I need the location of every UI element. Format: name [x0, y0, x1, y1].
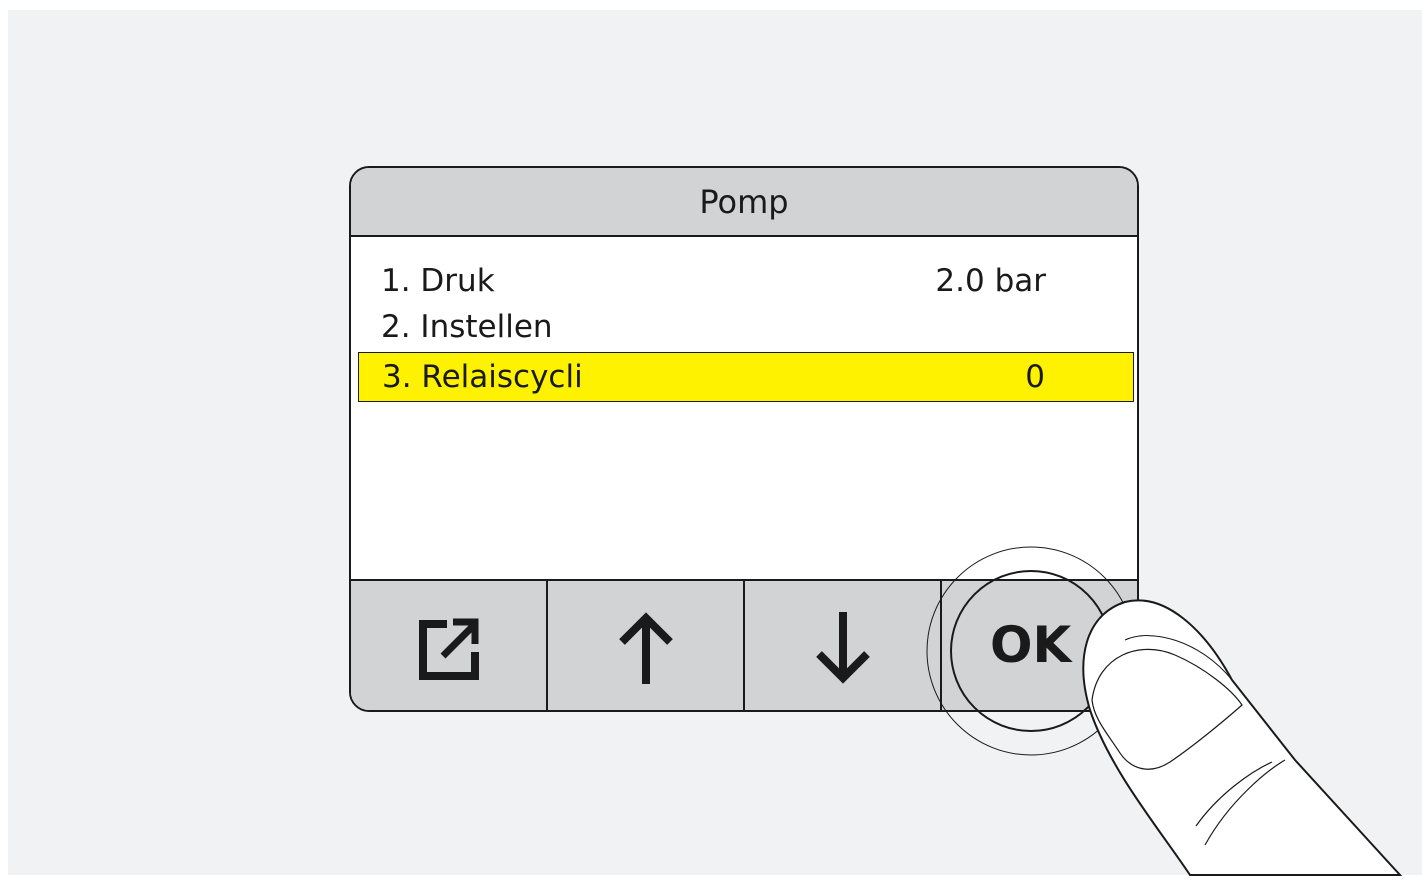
- menu-item-label: 1. Druk: [381, 263, 495, 299]
- menu-item-druk[interactable]: 1. Druk 2.0 bar: [358, 256, 1134, 306]
- menu-item-label: 2. Instellen: [381, 309, 553, 345]
- screen-title: Pomp: [351, 168, 1137, 237]
- menu-item-instellen[interactable]: 2. Instellen: [358, 302, 1134, 352]
- menu-item-relaiscycli[interactable]: 3. Relaiscycli 0: [358, 352, 1134, 402]
- menu-item-value: 2.0 bar: [935, 263, 1046, 299]
- ok-label: OK: [990, 616, 1072, 674]
- arrow-up-icon: [618, 611, 673, 684]
- menu-item-label: 3. Relaiscycli: [382, 359, 583, 395]
- ok-button[interactable]: OK: [942, 581, 1137, 710]
- external-link-icon: [418, 618, 479, 680]
- menu-item-value: 0: [1025, 359, 1045, 395]
- controller-display: Pomp 1. Druk 2.0 bar 2. Instellen 3. Rel…: [349, 166, 1139, 712]
- exit-button[interactable]: [351, 581, 548, 710]
- softkey-bar: OK: [351, 579, 1137, 710]
- down-button[interactable]: [745, 581, 942, 710]
- arrow-down-icon: [815, 611, 870, 684]
- up-button[interactable]: [548, 581, 745, 710]
